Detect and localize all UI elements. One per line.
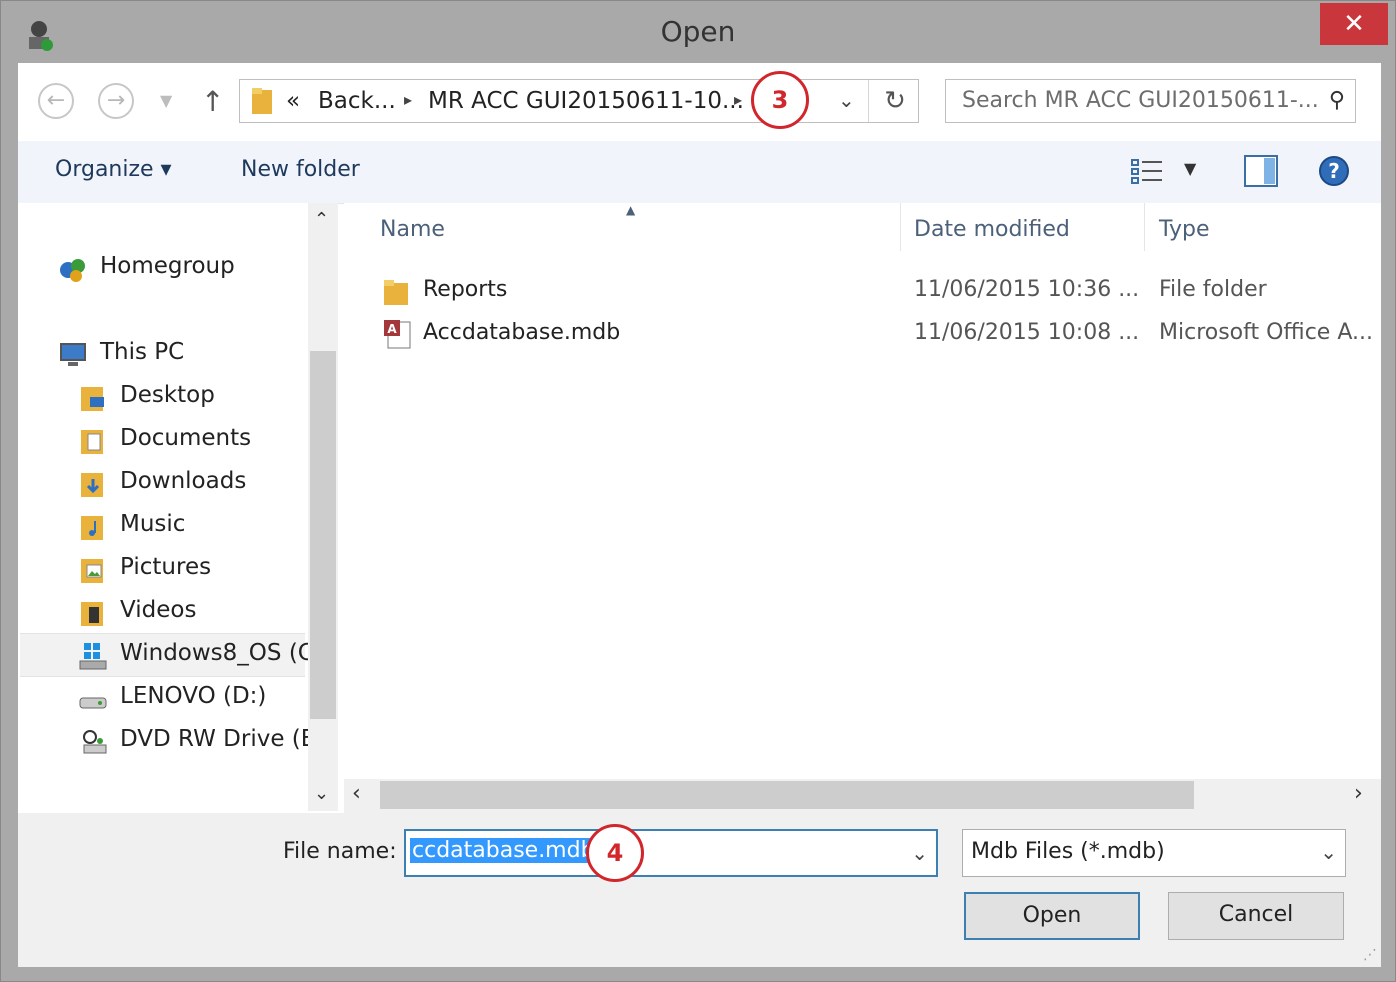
help-icon[interactable]: ? (1318, 155, 1350, 187)
breadcrumb-back[interactable]: Back... (318, 88, 396, 114)
music-folder-icon (81, 516, 103, 540)
callout-badge: 3 (751, 71, 809, 129)
folder-icon (384, 280, 408, 305)
view-options-icon[interactable] (1130, 157, 1164, 187)
breadcrumb-current-folder[interactable]: MR ACC GUI20150611-10... (428, 88, 744, 114)
nav-item-label: This PC (100, 339, 185, 365)
new-folder-button[interactable]: New folder (241, 157, 360, 182)
callout-badge: 4 (586, 824, 644, 882)
desktop-folder-icon (81, 387, 104, 411)
open-button[interactable]: Open (964, 892, 1140, 940)
nav-item-label: Documents (120, 425, 252, 451)
file-date: 11/06/2015 10:36 ... (914, 277, 1140, 302)
svg-text:?: ? (1328, 159, 1340, 183)
videos-folder-icon (81, 602, 103, 626)
cancel-button[interactable]: Cancel (1168, 892, 1344, 940)
filter-dropdown-icon[interactable]: ⌄ (1320, 840, 1337, 864)
search-placeholder: Search MR ACC GUI20150611-... (962, 88, 1319, 113)
scroll-down-icon[interactable]: ⌄ (314, 783, 329, 804)
file-row[interactable]: A Accdatabase.mdb 11/06/2015 10:08 ... M… (344, 314, 1381, 354)
nav-vertical-scrollbar[interactable]: ⌃ ⌄ (308, 203, 338, 811)
this-pc-icon (60, 343, 86, 366)
breadcrumb-overflow[interactable]: « (286, 88, 300, 114)
file-type-filter-select[interactable]: Mdb Files (*.mdb) ⌄ (962, 829, 1346, 877)
nav-item-label: LENOVO (D:) (120, 683, 267, 709)
breadcrumb-separator-icon[interactable]: ▸ (404, 90, 412, 109)
folder-icon (252, 88, 272, 114)
scroll-left-icon[interactable]: ‹ (352, 781, 361, 806)
search-box[interactable]: Search MR ACC GUI20150611-... ⚲ (945, 79, 1356, 123)
nav-item-label: Homegroup (100, 253, 235, 279)
dialog-client: ← → ▼ ↑ « Back... ▸ MR ACC GUI20150611-1… (18, 63, 1381, 967)
dvd-drive-icon (83, 730, 107, 754)
file-name-value: ccdatabase.mdb (410, 838, 597, 863)
sort-ascending-icon: ▲ (626, 203, 636, 217)
nav-item-label: Windows8_OS (C (120, 640, 314, 666)
refresh-button[interactable]: ↻ (868, 80, 921, 122)
file-list-horizontal-scrollbar[interactable]: ‹ › (344, 779, 1381, 813)
navigation-pane: Homegroup This PC Desktop Documents Down… (18, 203, 338, 811)
column-divider[interactable] (1144, 203, 1145, 251)
scroll-right-icon[interactable]: › (1354, 781, 1363, 806)
dialog-footer: File name: ccdatabase.mdb ⌄ Mdb Files (*… (18, 813, 1381, 967)
nav-item-label: Desktop (120, 382, 215, 408)
column-header-name[interactable]: Name (380, 217, 445, 242)
file-type: Microsoft Office A... (1159, 320, 1373, 345)
preview-pane-icon[interactable] (1244, 155, 1278, 187)
forward-button[interactable]: → (98, 83, 134, 119)
file-type-filter-value: Mdb Files (*.mdb) (971, 839, 1165, 864)
downloads-folder-icon (81, 473, 103, 497)
search-icon[interactable]: ⚲ (1329, 88, 1345, 113)
title-bar: Open ✕ (1, 1, 1395, 63)
nav-item-label: Videos (120, 597, 197, 623)
column-header-date-modified[interactable]: Date modified (914, 217, 1070, 242)
file-name: Accdatabase.mdb (423, 320, 621, 345)
back-button[interactable]: ← (38, 83, 74, 119)
file-name-dropdown-icon[interactable]: ⌄ (911, 841, 928, 865)
open-dialog: Open ✕ ← → ▼ ↑ « Back... ▸ MR ACC GUI201… (0, 0, 1396, 982)
address-bar[interactable]: « Back... ▸ MR ACC GUI20150611-10... ▸ ⌄… (239, 79, 919, 123)
recent-locations-chevron-icon[interactable]: ▼ (160, 91, 172, 110)
svg-text:A: A (387, 322, 397, 336)
nav-item-label: Pictures (120, 554, 212, 580)
close-button[interactable]: ✕ (1320, 3, 1388, 45)
file-date: 11/06/2015 10:08 ... (914, 320, 1140, 345)
column-header-type[interactable]: Type (1159, 217, 1210, 242)
file-name: Reports (423, 277, 508, 302)
organize-menu[interactable]: Organize ▾ (55, 157, 172, 182)
up-button[interactable]: ↑ (201, 85, 224, 118)
column-divider[interactable] (900, 203, 901, 251)
view-dropdown-icon[interactable]: ▼ (1184, 159, 1196, 178)
scroll-up-icon[interactable]: ⌃ (314, 209, 329, 230)
window-title: Open (660, 15, 736, 48)
resize-grip-icon[interactable]: ⋰ (1363, 947, 1377, 963)
pictures-folder-icon (81, 559, 103, 583)
homegroup-icon (60, 259, 85, 282)
scrollbar-thumb[interactable] (310, 351, 336, 719)
file-type: File folder (1159, 277, 1267, 302)
nav-item-label: Downloads (120, 468, 247, 494)
navigation-bar: ← → ▼ ↑ « Back... ▸ MR ACC GUI20150611-1… (18, 63, 1381, 141)
nav-item-label: DVD RW Drive (E: (120, 726, 324, 752)
file-name-label: File name: (283, 839, 397, 864)
nav-item-label: Music (120, 511, 186, 537)
drive-icon (79, 697, 107, 709)
breadcrumb-separator-icon[interactable]: ▸ (734, 90, 742, 109)
windows-drive-icon (79, 643, 107, 670)
command-bar: Organize ▾ New folder ▼ ? (18, 141, 1381, 204)
file-list: ▲ Name Date modified Type Reports 11/06/… (344, 203, 1381, 779)
file-row[interactable]: Reports 11/06/2015 10:36 ... File folder (344, 271, 1381, 311)
documents-folder-icon (81, 430, 103, 454)
address-dropdown-icon[interactable]: ⌄ (838, 88, 855, 112)
scrollbar-thumb[interactable] (380, 781, 1194, 809)
access-file-icon: A (384, 320, 411, 349)
file-name-input[interactable]: ccdatabase.mdb ⌄ (404, 829, 938, 877)
